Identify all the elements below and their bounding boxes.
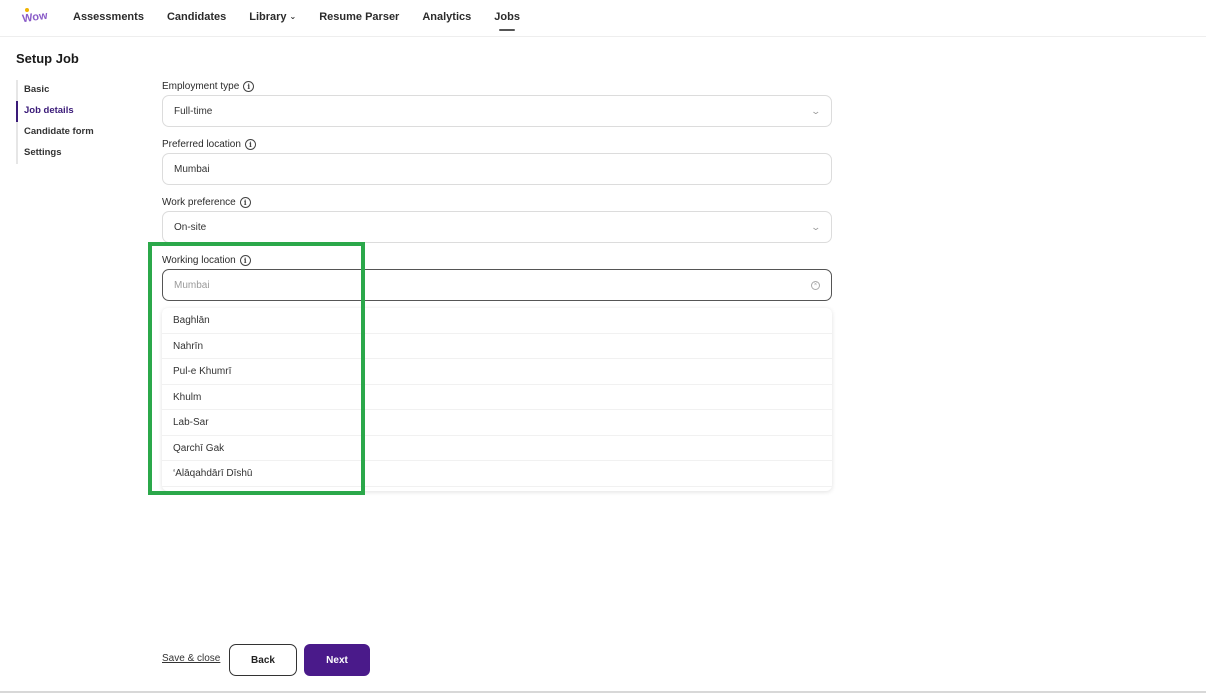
nav-menu: Assessments Candidates Library ⌄ Resume P… <box>73 0 543 33</box>
dropdown-option[interactable]: ‘Alāqahdārī Dīshū <box>162 461 832 487</box>
chevron-down-icon: ⌄ <box>289 12 297 21</box>
nav-item-jobs[interactable]: Jobs <box>494 11 520 31</box>
info-icon[interactable]: i <box>244 138 256 150</box>
top-navigation: Wow Assessments Candidates Library ⌄ Resu… <box>0 0 1206 37</box>
dropdown-option[interactable]: Pul-e Khumrī <box>162 359 832 385</box>
preferred-location-field: Preferred location i Mumbai <box>162 137 832 185</box>
step-job-details[interactable]: Job details <box>16 101 94 122</box>
info-icon[interactable]: i <box>239 196 251 208</box>
setup-stepper: Basic Job details Candidate form Setting… <box>16 80 94 164</box>
employment-type-field: Employment type i Full-time ⌄ <box>162 79 832 127</box>
employment-type-select[interactable]: Full-time ⌄ <box>162 95 832 127</box>
step-settings[interactable]: Settings <box>16 143 94 164</box>
back-button[interactable]: Back <box>229 644 297 676</box>
dropdown-option[interactable]: Lab-Sar <box>162 410 832 436</box>
work-preference-field: Work preference i On-site ⌄ <box>162 195 832 243</box>
info-icon[interactable]: i <box>243 80 255 92</box>
chevron-down-icon: ⌄ <box>810 105 822 116</box>
working-location-dropdown: Baghlān Nahrīn Pul-e Khumrī Khulm Lab-Sa… <box>162 308 832 491</box>
dropdown-option[interactable]: Qarchī Gak <box>162 436 832 461</box>
svg-text:Wow: Wow <box>21 10 48 25</box>
preferred-location-input[interactable]: Mumbai <box>162 153 832 185</box>
next-button[interactable]: Next <box>304 644 370 676</box>
dropdown-option[interactable]: Baghlān <box>162 308 832 334</box>
nav-item-assessments[interactable]: Assessments <box>73 11 144 23</box>
chevron-down-icon: ⌄ <box>810 221 822 232</box>
page-title: Setup Job <box>16 51 79 66</box>
dropdown-option[interactable]: Nahrīn <box>162 334 832 359</box>
save-close-link[interactable]: Save & close <box>162 653 220 664</box>
work-preference-select[interactable]: On-site ⌄ <box>162 211 832 243</box>
working-location-input[interactable]: Mumbai × <box>162 269 832 301</box>
work-preference-label: Work preference i <box>162 195 832 209</box>
employment-type-label: Employment type i <box>162 79 832 93</box>
step-basic[interactable]: Basic <box>16 80 94 101</box>
dropdown-option[interactable]: Khulm <box>162 385 832 410</box>
info-icon[interactable]: i <box>239 254 251 266</box>
nav-item-analytics[interactable]: Analytics <box>422 11 471 23</box>
nav-item-resume-parser[interactable]: Resume Parser <box>319 11 399 23</box>
nav-item-candidates[interactable]: Candidates <box>167 11 226 23</box>
step-candidate-form[interactable]: Candidate form <box>16 122 94 143</box>
nav-item-library[interactable]: Library ⌄ <box>249 11 296 23</box>
brand-logo[interactable]: Wow <box>21 5 55 27</box>
working-location-field: Working location i Mumbai × <box>162 253 832 301</box>
working-location-label: Working location i <box>162 253 832 267</box>
preferred-location-label: Preferred location i <box>162 137 832 151</box>
clear-icon[interactable]: × <box>811 280 820 290</box>
